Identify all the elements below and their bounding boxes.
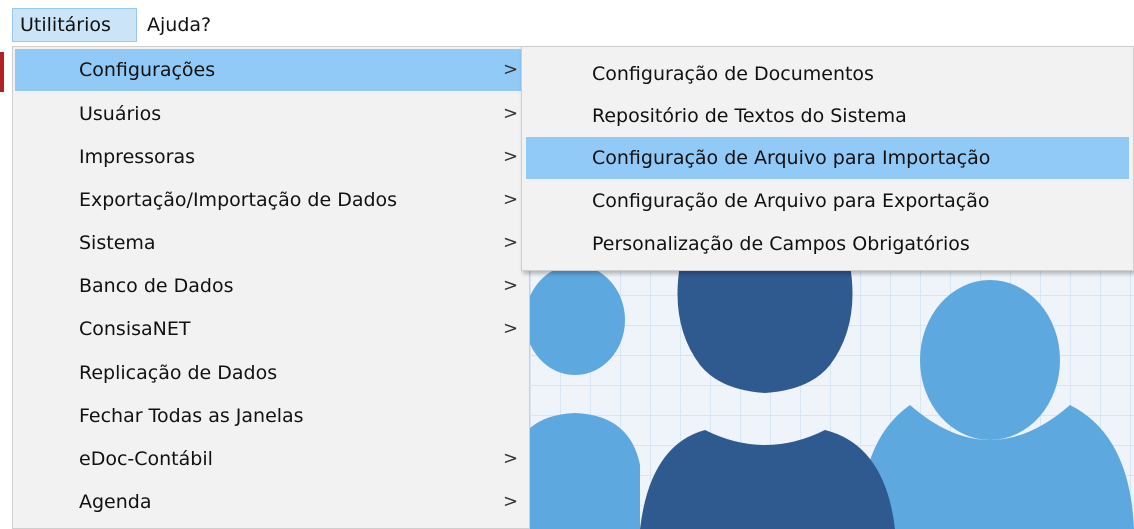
menu-item-label: ConsisaNET <box>79 318 191 340</box>
menu-item-sistema[interactable]: Sistema > <box>15 222 527 264</box>
window-edge <box>0 52 4 92</box>
menu-item-agenda[interactable]: Agenda > <box>15 481 527 523</box>
menu-item-label: eDoc-Contábil <box>79 448 213 470</box>
utilitarios-dropdown: Configurações > Usuários > Impressoras >… <box>12 46 530 529</box>
chevron-right-icon: > <box>503 232 519 253</box>
menu-bar: Utilitários Ajuda? <box>0 0 1134 46</box>
menu-item-label: Configurações <box>79 59 216 81</box>
people-icon <box>530 265 1134 529</box>
menu-item-label: Agenda <box>79 491 152 513</box>
chevron-right-icon: > <box>503 103 519 124</box>
menu-item-replicacao-de-dados[interactable]: Replicação de Dados <box>15 352 527 394</box>
menu-item-exportacao-importacao[interactable]: Exportação/Importação de Dados > <box>15 179 527 221</box>
submenu-item-repositorio-de-textos[interactable]: Repositório de Textos do Sistema <box>526 95 1129 137</box>
menu-item-label: Usuários <box>79 103 162 125</box>
chevron-right-icon: > <box>503 275 519 296</box>
menu-item-banco-de-dados[interactable]: Banco de Dados > <box>15 265 527 307</box>
menu-item-label: Banco de Dados <box>79 275 234 297</box>
chevron-right-icon: > <box>503 448 519 469</box>
background-people-illustration <box>530 265 1134 529</box>
menu-item-edoc-contabil[interactable]: eDoc-Contábil > <box>15 438 527 480</box>
chevron-right-icon: > <box>503 318 519 339</box>
menu-item-label: Exportação/Importação de Dados <box>79 189 398 211</box>
menubar-ajuda[interactable]: Ajuda? <box>140 8 236 42</box>
submenu-item-label: Configuração de Arquivo para Importação <box>592 147 991 169</box>
submenu-item-label: Configuração de Documentos <box>592 63 874 85</box>
menu-item-label: Replicação de Dados <box>79 362 278 384</box>
submenu-item-label: Personalização de Campos Obrigatórios <box>592 233 970 255</box>
menu-item-configuracoes[interactable]: Configurações > <box>15 49 527 91</box>
menu-item-label: Impressoras <box>79 146 196 168</box>
menubar-utilitarios[interactable]: Utilitários <box>12 8 137 42</box>
submenu-item-campos-obrigatorios[interactable]: Personalização de Campos Obrigatórios <box>526 223 1129 265</box>
submenu-item-arquivo-exportacao[interactable]: Configuração de Arquivo para Exportação <box>526 180 1129 222</box>
menu-item-impressoras[interactable]: Impressoras > <box>15 136 527 178</box>
menu-item-label: Fechar Todas as Janelas <box>79 405 304 427</box>
submenu-item-label: Configuração de Arquivo para Exportação <box>592 190 990 212</box>
menu-item-usuarios[interactable]: Usuários > <box>15 93 527 135</box>
submenu-item-configuracao-de-documentos[interactable]: Configuração de Documentos <box>526 53 1129 95</box>
chevron-right-icon: > <box>503 146 519 167</box>
menu-item-consisanet[interactable]: ConsisaNET > <box>15 308 527 350</box>
chevron-right-icon: > <box>503 189 519 210</box>
menu-item-label: Sistema <box>79 232 156 254</box>
configuracoes-submenu: Configuração de Documentos Repositório d… <box>521 46 1134 271</box>
menu-item-fechar-todas-as-janelas[interactable]: Fechar Todas as Janelas <box>15 395 527 437</box>
submenu-item-arquivo-importacao[interactable]: Configuração de Arquivo para Importação <box>526 137 1129 179</box>
chevron-right-icon: > <box>503 59 519 80</box>
submenu-item-label: Repositório de Textos do Sistema <box>592 105 907 127</box>
chevron-right-icon: > <box>503 491 519 512</box>
